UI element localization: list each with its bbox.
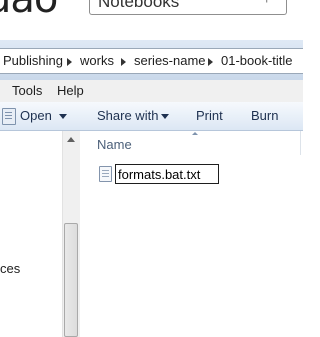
breadcrumb-item-series-name[interactable]: series-name <box>134 53 206 68</box>
menu-help[interactable]: Help <box>57 83 84 98</box>
menu-bar: Tools Help <box>0 80 303 103</box>
scroll-up-icon[interactable] <box>67 137 75 142</box>
share-with-button[interactable]: Share with <box>97 108 158 123</box>
breadcrumb-chevron-icon[interactable] <box>208 58 213 66</box>
navigation-pane: ces <box>0 131 62 337</box>
address-bar: Publishing works series-name 01-book-tit… <box>0 40 303 81</box>
open-button[interactable]: Open <box>20 108 52 123</box>
rename-input[interactable] <box>115 164 219 184</box>
document-icon <box>2 108 16 125</box>
window-top-strip: uao Notebooks + <box>0 0 303 40</box>
column-header-name[interactable]: Name <box>97 137 132 152</box>
command-bar: Open Share with Print Burn <box>0 102 303 131</box>
tab-title: Notebooks <box>98 0 180 11</box>
nav-item-label[interactable]: ces <box>0 261 20 276</box>
breadcrumb-item-publishing[interactable]: Publishing <box>3 53 63 68</box>
breadcrumb-item-works[interactable]: works <box>80 53 114 68</box>
menu-tools[interactable]: Tools <box>12 83 42 98</box>
open-dropdown-icon[interactable] <box>59 114 67 119</box>
burn-button[interactable]: Burn <box>251 108 278 123</box>
breadcrumb[interactable]: Publishing works series-name 01-book-tit… <box>0 48 303 74</box>
print-button[interactable]: Print <box>196 108 223 123</box>
breadcrumb-chevron-icon[interactable] <box>121 58 126 66</box>
browser-tab[interactable]: Notebooks + <box>89 0 287 15</box>
file-list: Name <box>80 131 303 337</box>
window-title-fragment: uao <box>0 0 58 22</box>
scrollbar-thumb[interactable] <box>64 223 78 337</box>
nav-scrollbar[interactable] <box>62 131 81 337</box>
column-divider[interactable] <box>300 131 301 155</box>
new-tab-icon[interactable]: + <box>262 0 271 9</box>
breadcrumb-chevron-icon[interactable] <box>67 58 72 66</box>
sort-ascending-icon <box>192 132 198 135</box>
text-file-icon <box>99 166 112 182</box>
share-dropdown-icon[interactable] <box>161 114 169 119</box>
breadcrumb-item-book-title[interactable]: 01-book-title <box>221 53 293 68</box>
